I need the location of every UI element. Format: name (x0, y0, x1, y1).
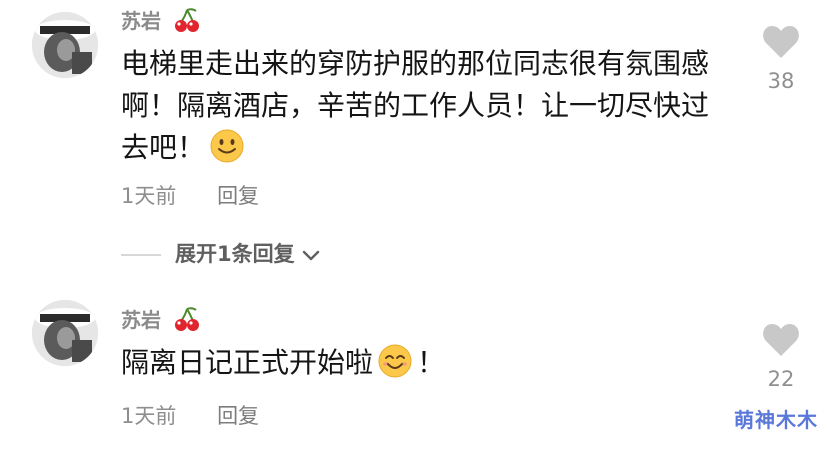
comment-item: 苏岩 电梯里走出来的穿防护服的那位同志很有氛围感啊！隔离酒店，辛苦的工作人员！让… (0, 0, 828, 232)
reply-button[interactable]: 回复 (217, 404, 259, 428)
heart-icon (762, 324, 800, 361)
comment-time: 1天前 (121, 404, 177, 428)
cherry-icon (172, 307, 202, 336)
expand-replies-button[interactable]: 展开1条回复 (121, 238, 321, 268)
comment-time: 1天前 (121, 184, 177, 208)
expand-replies-label: 展开1条回复 (175, 242, 295, 266)
username[interactable]: 苏岩 (121, 8, 202, 37)
like-count: 22 (767, 367, 795, 391)
comment-item: 苏岩 隔离日记正式开始啦 ！ 1天前 回复 22 (0, 290, 828, 451)
comment-meta: 1天前 回复 (121, 400, 259, 430)
watermark: 萌神木木 (734, 408, 818, 432)
like-count: 38 (767, 69, 795, 93)
chevron-down-icon (301, 243, 321, 267)
username[interactable]: 苏岩 (121, 307, 202, 336)
avatar[interactable] (32, 12, 98, 78)
reply-button[interactable]: 回复 (217, 184, 259, 208)
avatar[interactable] (32, 300, 98, 366)
comment-text: 电梯里走出来的穿防护服的那位同志很有氛围感啊！隔离酒店，辛苦的工作人员！让一切尽… (121, 43, 731, 176)
like-button[interactable]: 22 (758, 323, 804, 391)
comment-text: 隔离日记正式开始啦 ！ (121, 342, 731, 391)
divider-line (121, 254, 161, 256)
like-button[interactable]: 38 (758, 25, 804, 93)
happy-emoji-icon (377, 343, 413, 391)
cherry-icon (172, 8, 202, 37)
smile-emoji-icon (209, 128, 245, 176)
heart-icon (762, 26, 800, 63)
comment-meta: 1天前 回复 (121, 180, 259, 210)
